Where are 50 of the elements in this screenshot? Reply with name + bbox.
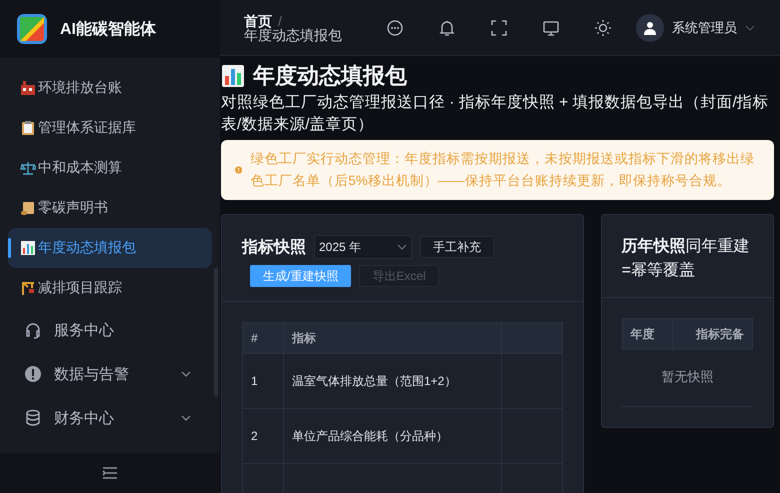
sidebar-item[interactable]: 年度动态填报包 [8,228,212,268]
sidebar-item[interactable]: 数据与告警 [8,352,212,396]
user-name[interactable]: 系统管理员 [672,18,737,36]
database-icon [24,409,42,427]
menu-icon[interactable] [102,466,118,480]
sidebar-item[interactable]: 零碳声明书 [8,188,212,228]
logo-icon [16,13,48,45]
crane-icon [20,280,36,296]
year-select[interactable]: 2025 年 [314,235,412,259]
scale-icon [20,160,36,176]
clipboard-icon [20,120,36,136]
empty-text: 暂无快照 [661,369,714,384]
sun-icon[interactable] [594,18,612,36]
action-button[interactable]: 手工补充 [420,236,494,258]
scroll-icon [20,200,36,216]
table-cell: 2 [242,408,284,464]
alert-text: 绿色工厂实行动态管理：年度指标需按期报送，未按期报送或指标下滑的将移出绿色工厂名单（后5%移出机制）——保持平台台账持续更新，即保持称号合规。 [250,150,756,190]
sidebar-item[interactable]: 管理体系证据库 [8,108,212,148]
page-title: 年度动态填报包 [253,62,407,90]
breadcrumb-current: 年度动态填报包 [244,28,342,42]
sidebar-item[interactable]: 中和成本测算 [8,148,212,188]
factory-icon [20,80,36,96]
bell-icon[interactable] [438,18,456,36]
chevron-icon[interactable] [745,22,755,32]
card-title: 历年快照同年重建=幂等覆盖 [602,215,773,298]
chat-icon[interactable] [386,18,404,36]
bar-chart-icon [20,240,36,256]
table-cell: 温室气体排放总量（范围1+2） [284,354,502,408]
table-cell: 单位产品综合能耗（分品种） [284,408,502,464]
breadcrumb-separator: / [278,14,282,28]
chevron-icon [397,242,407,252]
headset-icon [24,321,42,339]
alert-icon [24,365,42,383]
breadcrumb-link[interactable]: 首页 [244,14,272,28]
card-title: 指标快照 [242,238,306,258]
sidebar-item[interactable]: 财务中心 [8,396,212,440]
column-header: 指标完备 [672,318,752,350]
avatar[interactable] [636,14,664,42]
page-subtitle: 对照绿色工厂动态管理报送口径 · 指标年度快照 + 填报数据包导出（封面/指标表/数据来源/盖章页） [221,93,770,135]
column-header: # [242,322,284,354]
sidebar-item[interactable]: 服务中心 [8,308,212,352]
sidebar-item[interactable]: 环境排放台账 [8,68,212,108]
sidebar-item[interactable]: 减排项目跟踪 [8,268,212,308]
fullscreen-icon[interactable] [490,18,508,36]
brand-name: AI能碳智能体 [60,20,156,40]
column-header: 指标 [284,322,502,354]
monitor-icon[interactable] [542,18,560,36]
column-header: 年度 [622,318,673,350]
table-cell: 1 [242,354,284,408]
bar-chart-icon [221,64,245,88]
